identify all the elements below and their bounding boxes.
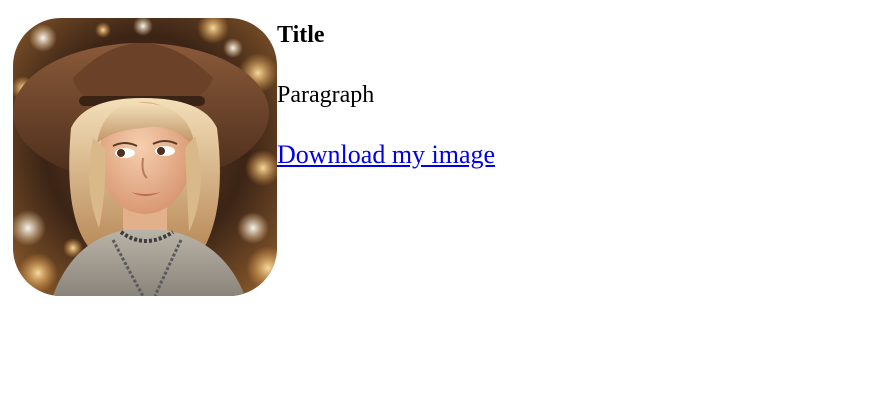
card-content: Title Paragraph Download my image	[277, 20, 495, 170]
portrait-image	[13, 18, 277, 296]
page: Title Paragraph Download my image	[0, 0, 873, 408]
card-title: Title	[277, 22, 325, 48]
card-paragraph: Paragraph	[277, 82, 375, 108]
profile-card: Title Paragraph Download my image	[13, 18, 495, 296]
download-image-link[interactable]: Download my image	[277, 140, 495, 170]
